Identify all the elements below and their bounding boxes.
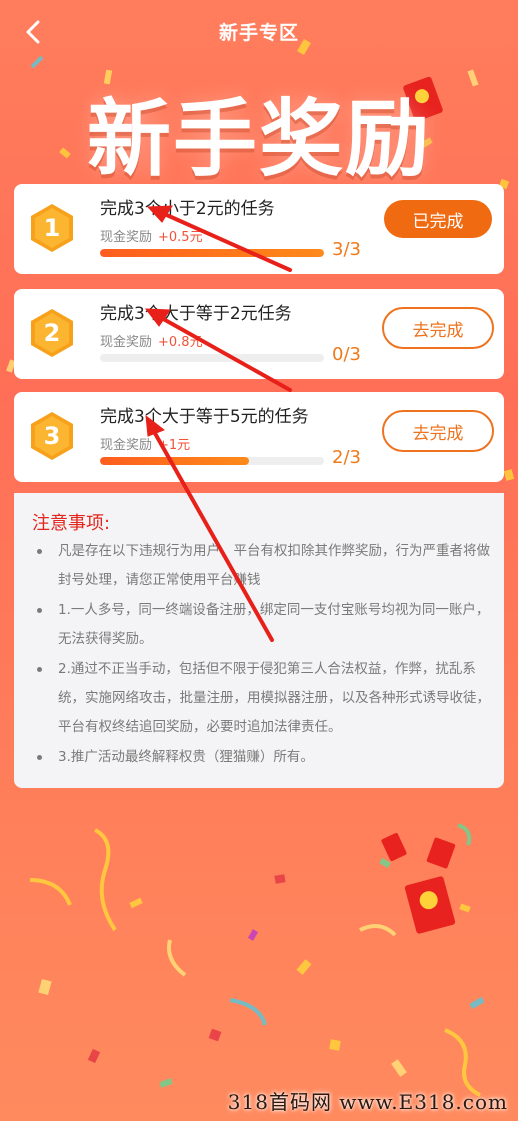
notice-item: 2.通过不正当手动，包括但不限于侵犯第三人合法权益，作弊，扰乱系统，实施网络攻击… [34,655,494,742]
task-number: 1 [43,214,61,242]
progress-bar [100,354,324,362]
header-bar: 新手专区 [0,0,518,64]
task-card-2: 2 完成3个大于等于2元任务 现金奖励 +0.8元 0/3 去完成 [14,289,504,379]
reward-line: 现金奖励 +0.5元 [100,226,203,245]
reward-label: 现金奖励 [100,438,153,453]
notice-item: 3.推广活动最终解释权贵（狸猫赚）所有。 [34,743,494,772]
reward-amount: +1元 [158,438,191,453]
reward-line: 现金奖励 +1元 [100,434,190,453]
task-title: 完成3个小于2元的任务 [100,199,275,219]
hero-title: 新手奖励 [86,90,431,188]
progress-count: 0/3 [332,344,361,365]
reward-amount: +0.5元 [158,230,203,245]
task-card-3: 3 完成3个大于等于5元的任务 现金奖励 +1元 2/3 去完成 [14,392,504,482]
progress-fill [100,457,250,465]
reward-amount: +0.8元 [158,335,203,350]
notice-title: 注意事项: [32,513,111,534]
completed-button[interactable]: 已完成 [384,200,492,238]
task-title: 完成3个大于等于5元的任务 [100,407,309,427]
task-title: 完成3个大于等于2元任务 [100,304,292,324]
notice-item: 凡是存在以下违规行为用户，平台有权扣除其作弊奖励，行为严重者将做封号处理，请您正… [34,537,494,595]
task-number: 2 [43,319,61,347]
page: 新手专区 新手奖励 1 完成3个小于2元的任务 现金奖励 +0.5元 3/3 已完… [0,0,518,1121]
task-number-badge: 3 [28,410,76,462]
task-number-badge: 1 [28,202,76,254]
page-title: 新手专区 [218,22,299,44]
reward-line: 现金奖励 +0.8元 [100,331,203,350]
task-card-1: 1 完成3个小于2元的任务 现金奖励 +0.5元 3/3 已完成 [14,184,504,274]
reward-label: 现金奖励 [100,335,153,350]
progress-bar [100,249,324,257]
watermark: 318首码网 www.E318.com [227,1090,508,1114]
notice-list: 凡是存在以下违规行为用户，平台有权扣除其作弊奖励，行为严重者将做封号处理，请您正… [34,537,494,773]
go-complete-button[interactable]: 去完成 [382,307,494,349]
progress-fill [100,249,324,257]
progress-count: 3/3 [332,239,361,260]
notice-item: 1.一人多号，同一终端设备注册，绑定同一支付宝账号均视为同一账户，无法获得奖励。 [34,596,494,654]
task-number: 3 [43,422,61,450]
progress-bar [100,457,324,465]
reward-label: 现金奖励 [100,230,153,245]
go-complete-button[interactable]: 去完成 [382,410,494,452]
progress-count: 2/3 [332,447,361,468]
task-number-badge: 2 [28,307,76,359]
notice-section: 注意事项: 凡是存在以下违规行为用户，平台有权扣除其作弊奖励，行为严重者将做封号… [14,493,504,788]
